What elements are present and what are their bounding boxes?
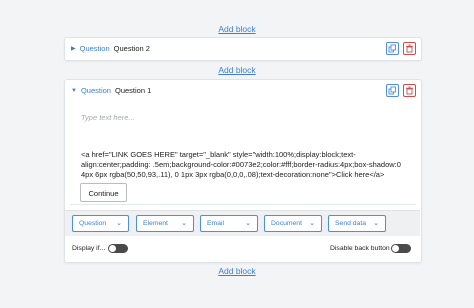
element-dropdown[interactable]: Element ⌄ [136,215,194,232]
dropdown-label: Email [207,220,224,227]
email-dropdown[interactable]: Email ⌄ [200,215,258,232]
question-card-header[interactable]: ▼ Question Question 1 [65,80,421,102]
add-block-link-top[interactable]: Add block [0,24,474,34]
chevron-down-icon: ⌄ [245,220,251,227]
question-card-header[interactable]: ▶ Question Question 2 [65,38,421,60]
question-name: Question 2 [113,44,150,53]
question-dropdown[interactable]: Question ⌄ [72,215,129,232]
delete-button[interactable] [403,84,416,97]
continue-button[interactable]: Continue [80,183,127,202]
display-if-toggle[interactable] [108,244,128,253]
dropdown-label: Send data [335,220,366,227]
send-data-dropdown[interactable]: Send data ⌄ [328,215,386,232]
display-if-label: Display if... [72,245,106,252]
question-name: Question 1 [114,86,152,95]
copy-icon [388,86,396,95]
question-type-label: Question [80,86,111,95]
question-card-collapsed: ▶ Question Question 2 [64,37,422,61]
html-content: <a href="LINK GOES HERE" target="_blank"… [81,150,401,180]
block-toolbar: Question ⌄ Element ⌄ Email ⌄ Document ⌄ … [65,210,420,236]
dropdown-label: Document [271,220,302,227]
add-block-link-bottom[interactable]: Add block [0,266,474,276]
dropdown-label: Question [79,220,107,227]
chevron-down-icon: ⌄ [116,220,122,227]
caret-down-icon[interactable]: ▼ [71,88,77,94]
copy-icon [388,44,396,53]
add-block-link-middle[interactable]: Add block [0,65,474,75]
disable-back-label: Disable back button [330,245,390,252]
text-placeholder: Type text here... [81,113,135,122]
caret-right-icon[interactable]: ▶ [71,45,76,52]
question-type-label: Question [79,44,110,53]
chevron-down-icon: ⌄ [181,220,187,227]
disable-back-toggle[interactable] [391,244,411,253]
dropdown-label: Element [143,220,168,227]
chevron-down-icon: ⌄ [309,220,315,227]
chevron-down-icon: ⌄ [373,220,379,227]
delete-button[interactable] [403,42,416,55]
block-options: Display if... Disable back button [65,238,420,260]
document-dropdown[interactable]: Document ⌄ [264,215,322,232]
copy-button[interactable] [386,84,399,97]
trash-icon [406,44,413,53]
trash-icon [406,86,413,95]
copy-button[interactable] [386,42,399,55]
